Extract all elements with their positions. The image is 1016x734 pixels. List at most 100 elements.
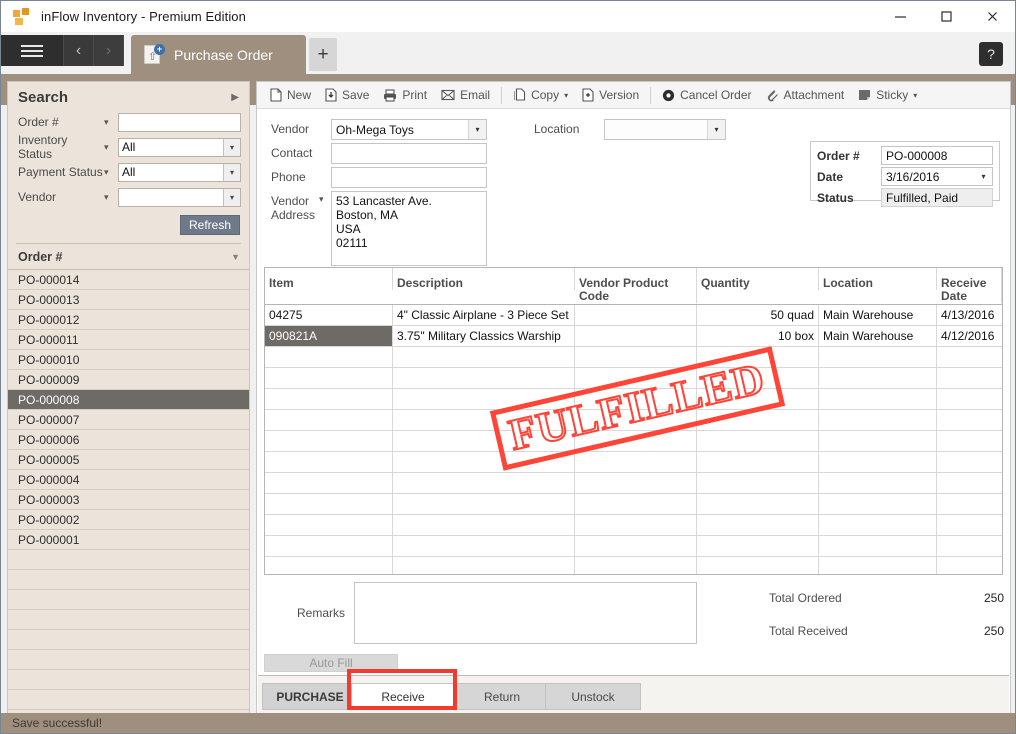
select-payment-status[interactable]: All ▾ [118, 162, 241, 182]
table-row-empty[interactable] [265, 368, 1002, 389]
table-row-empty[interactable] [265, 347, 1002, 368]
cell-empty[interactable] [819, 536, 937, 556]
cell-empty[interactable] [819, 410, 937, 430]
cell-empty[interactable] [575, 389, 697, 409]
cell-empty[interactable] [697, 347, 819, 367]
table-row-empty[interactable] [265, 473, 1002, 494]
copy-button[interactable]: Copy ▾ [506, 83, 575, 107]
cell-empty[interactable] [265, 452, 393, 472]
cell-empty[interactable] [575, 368, 697, 388]
list-item[interactable]: PO-000014 [8, 270, 249, 290]
cell-empty[interactable] [393, 389, 575, 409]
select-location[interactable]: ▾ [604, 119, 726, 140]
date-input[interactable]: 3/16/2016 ▾ [881, 167, 993, 186]
list-item[interactable]: PO-000009 [8, 370, 249, 390]
cell-empty[interactable] [393, 452, 575, 472]
tab-unstock[interactable]: Unstock [545, 683, 641, 710]
cell-receive-date[interactable]: 4/12/2016 [937, 326, 1002, 346]
chevron-down-icon[interactable]: ▾ [223, 163, 240, 181]
cell-empty[interactable] [265, 347, 393, 367]
table-row-empty[interactable] [265, 389, 1002, 410]
chevron-down-icon[interactable]: ▾ [319, 191, 331, 205]
help-button[interactable]: ? [979, 42, 1003, 66]
cell-vendor-product-code[interactable] [575, 326, 697, 346]
chevron-down-icon[interactable]: ▾ [104, 192, 118, 203]
table-row-empty[interactable] [265, 431, 1002, 452]
cell-empty[interactable] [575, 536, 697, 556]
table-row-empty[interactable] [265, 410, 1002, 431]
cell-empty[interactable] [265, 536, 393, 556]
chevron-down-icon[interactable]: ▾ [104, 142, 118, 153]
column-header[interactable]: Receive Date [937, 268, 1002, 303]
chevron-down-icon[interactable]: ▾ [975, 168, 992, 185]
cell-empty[interactable] [575, 494, 697, 514]
save-button[interactable]: Save [318, 83, 376, 107]
cell-empty[interactable] [393, 557, 575, 574]
cell-empty[interactable] [393, 536, 575, 556]
cell-empty[interactable] [937, 494, 1002, 514]
close-icon[interactable] [969, 1, 1015, 32]
table-row-empty[interactable] [265, 515, 1002, 536]
version-button[interactable]: Version [575, 83, 646, 107]
cell-empty[interactable] [393, 473, 575, 493]
select-inventory-status[interactable]: All ▾ [118, 137, 241, 157]
cell-empty[interactable] [937, 473, 1002, 493]
tab-purchase-order[interactable]: ⇧ + Purchase Order [131, 35, 306, 74]
minimize-icon[interactable] [877, 1, 923, 32]
cell-empty[interactable] [575, 557, 697, 574]
chevron-down-icon[interactable]: ▾ [468, 120, 486, 139]
contact-input[interactable] [331, 143, 487, 164]
cell-empty[interactable] [697, 536, 819, 556]
cell-empty[interactable] [265, 515, 393, 535]
cell-empty[interactable] [393, 431, 575, 451]
cell-empty[interactable] [819, 431, 937, 451]
list-item[interactable]: PO-000013 [8, 290, 249, 310]
chevron-down-icon[interactable]: ▾ [913, 91, 917, 100]
back-button[interactable]: ‹ [64, 35, 94, 66]
cell-location[interactable]: Main Warehouse [819, 326, 937, 346]
list-item[interactable]: PO-000003 [8, 490, 249, 510]
refresh-button[interactable]: Refresh [180, 215, 240, 235]
cell-empty[interactable] [393, 347, 575, 367]
cell-empty[interactable] [265, 473, 393, 493]
chevron-down-icon[interactable]: ▾ [707, 120, 725, 139]
list-item[interactable]: PO-000012 [8, 310, 249, 330]
cell-empty[interactable] [819, 389, 937, 409]
sort-arrow-icon[interactable]: ▼ [231, 252, 240, 262]
cell-item[interactable]: 04275 [265, 305, 393, 325]
list-item[interactable]: PO-000004 [8, 470, 249, 490]
cancel-order-button[interactable]: Cancel Order [655, 83, 758, 107]
cell-location[interactable]: Main Warehouse [819, 305, 937, 325]
cell-empty[interactable] [575, 431, 697, 451]
cell-empty[interactable] [819, 557, 937, 574]
cell-empty[interactable] [819, 473, 937, 493]
cell-empty[interactable] [937, 347, 1002, 367]
cell-empty[interactable] [819, 452, 937, 472]
list-item[interactable]: PO-000007 [8, 410, 249, 430]
phone-input[interactable] [331, 167, 487, 188]
chevron-down-icon[interactable]: ▾ [104, 117, 118, 128]
cell-quantity[interactable]: 50 quad [697, 305, 819, 325]
cell-empty[interactable] [575, 473, 697, 493]
list-item[interactable]: PO-000006 [8, 430, 249, 450]
cell-empty[interactable] [819, 494, 937, 514]
table-row-empty[interactable] [265, 536, 1002, 557]
select-vendor-filter[interactable]: ▾ [118, 187, 241, 207]
cell-empty[interactable] [819, 347, 937, 367]
forward-button[interactable]: › [94, 35, 124, 66]
remarks-textarea[interactable] [354, 582, 697, 644]
chevron-down-icon[interactable]: ▾ [104, 167, 118, 178]
table-row[interactable]: 090821A 3.75" Military Classics Warship 10… [265, 326, 1002, 347]
attachment-button[interactable]: Attachment [759, 83, 852, 107]
table-row-empty[interactable] [265, 557, 1002, 574]
vendor-address-textarea[interactable]: 53 Lancaster Ave. Boston, MA USA 02111 [331, 191, 487, 266]
cell-empty[interactable] [819, 368, 937, 388]
order-no-input[interactable]: PO-000008 [881, 146, 993, 165]
table-row-empty[interactable] [265, 452, 1002, 473]
main-menu-icon[interactable] [1, 35, 64, 66]
print-button[interactable]: Print [376, 83, 434, 107]
list-item[interactable]: PO-000001 [8, 530, 249, 550]
cell-empty[interactable] [265, 368, 393, 388]
column-header[interactable]: Description [393, 268, 575, 290]
cell-empty[interactable] [265, 557, 393, 574]
